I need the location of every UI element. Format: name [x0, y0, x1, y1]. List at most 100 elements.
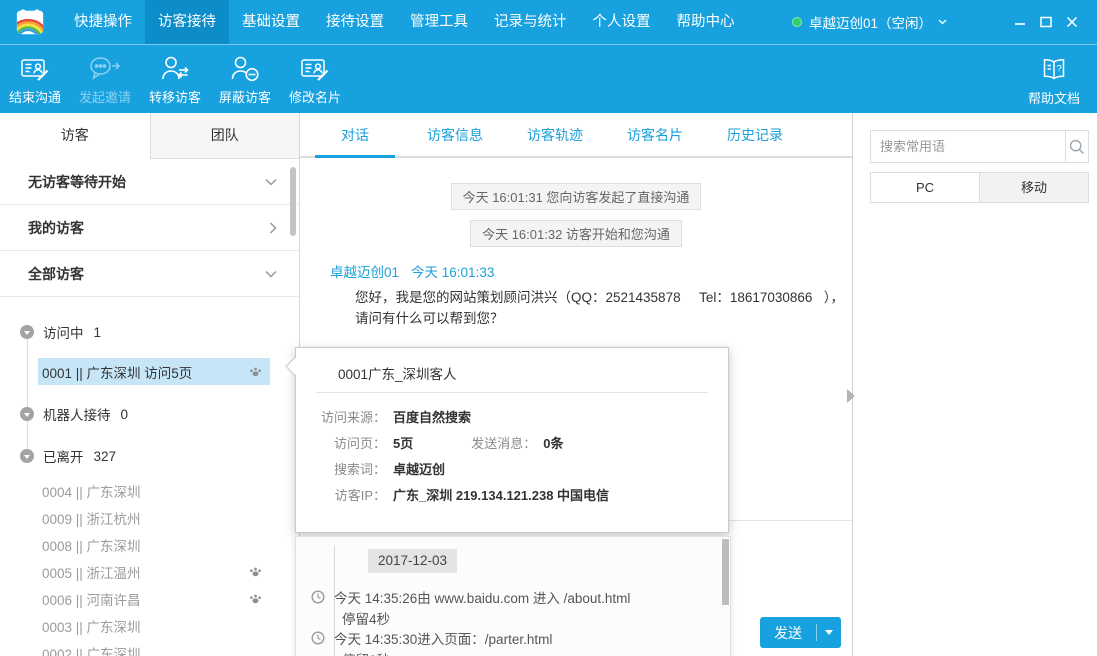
visitor-info-popup: 0001广东_深圳客人 访问来源： 百度自然搜索 访问页： 5页 发送消息： 0…	[295, 347, 729, 533]
visitor-tree: 访问中 1 0001 || 广东深圳 访问5页 机器人接待 0 已离开 327 …	[0, 311, 299, 656]
paw-icon	[249, 365, 262, 378]
common-phrases-panel: PC 移动	[852, 113, 1097, 656]
send-invite-button[interactable]: 发起邀请	[70, 49, 140, 109]
conversation-tabs: 对话 访客信息 访客轨迹 访客名片 历史记录	[300, 113, 852, 158]
popup-row-keyword: 搜索词： 卓越迈创	[296, 455, 728, 481]
paw-icon	[249, 592, 262, 605]
send-options-button[interactable]	[817, 630, 841, 635]
menu-item-help-center[interactable]: 帮助中心	[664, 0, 748, 44]
group-visiting[interactable]: 访问中 1	[0, 311, 299, 353]
popup-row-source: 访问来源： 百度自然搜索	[296, 403, 728, 429]
user-block-icon	[229, 52, 261, 84]
card-edit-icon	[19, 52, 51, 84]
chevron-right-icon	[269, 222, 277, 234]
collapse-bullet-icon[interactable]	[20, 407, 34, 421]
tab-team[interactable]: 团队	[150, 113, 300, 159]
menu-item-quick-actions[interactable]: 快捷操作	[61, 0, 145, 44]
tab-history[interactable]: 历史记录	[715, 113, 795, 156]
end-chat-button[interactable]: 结束沟通	[0, 49, 70, 109]
menu-item-visitor-reception[interactable]: 访客接待	[145, 0, 229, 44]
maximize-icon	[1040, 16, 1052, 28]
collapse-bullet-icon[interactable]	[20, 325, 34, 339]
search-input[interactable]	[871, 131, 1065, 162]
card-edit-icon	[299, 52, 331, 84]
close-button[interactable]	[1059, 9, 1085, 35]
group-robot[interactable]: 机器人接待 0	[0, 393, 299, 435]
block-visitor-button[interactable]: 屏蔽访客	[210, 49, 280, 109]
popup-row-pages: 访问页： 5页 发送消息： 0条	[296, 429, 728, 455]
send-button[interactable]: 发送	[760, 617, 841, 648]
message-timestamp: 今天 16:01:33	[411, 265, 494, 280]
visitor-item[interactable]: 0003 || 广东深圳	[38, 612, 270, 639]
block-visitor-label: 屏蔽访客	[219, 87, 271, 106]
visitor-sidebar: 访客 团队 无访客等待开始 我的访客 全部访客 访问中 1 0001 || 广东…	[0, 113, 300, 656]
minimize-button[interactable]	[1007, 9, 1033, 35]
agent-status-label: 卓越迈创01（空闲）	[809, 12, 932, 32]
tab-visitor-info[interactable]: 访客信息	[415, 113, 495, 156]
trail-event: 停留3秒	[342, 649, 390, 656]
chat-invite-icon	[88, 52, 122, 84]
main-menu: 快捷操作 访客接待 基础设置 接待设置 管理工具 记录与统计 个人设置 帮助中心	[61, 0, 748, 44]
system-message: 今天 16:01:31 您向访客发起了直接沟通	[451, 183, 702, 210]
tab-pc[interactable]: PC	[871, 173, 979, 202]
phrase-search-box	[870, 130, 1089, 163]
maximize-button[interactable]	[1033, 9, 1059, 35]
panel-expand-handle[interactable]	[847, 389, 855, 403]
popup-row-ip: 访客IP： 广东_深圳 219.134.121.238 中国电信	[296, 481, 728, 507]
trail-event: 停留4秒	[342, 608, 390, 628]
user-transfer-icon	[159, 52, 191, 84]
visitor-trail-panel: 2017-12-03 今天 14:35:26由 www.baidu.com 进入…	[295, 536, 731, 656]
chevron-down-icon	[265, 270, 277, 278]
popup-divider	[316, 392, 708, 393]
visitor-item[interactable]: 0002 || 广东深圳	[38, 639, 270, 656]
clock-icon	[311, 590, 325, 604]
tab-visitor-trail[interactable]: 访客轨迹	[515, 113, 595, 156]
sidebar-scrollbar[interactable]	[290, 167, 296, 236]
tab-dialog[interactable]: 对话	[315, 113, 395, 156]
menubar: 快捷操作 访客接待 基础设置 接待设置 管理工具 记录与统计 个人设置 帮助中心…	[0, 0, 1097, 44]
visitor-item[interactable]: 0005 || 浙江温州	[38, 558, 270, 585]
search-button[interactable]	[1065, 131, 1088, 162]
section-my-visitors[interactable]: 我的访客	[0, 205, 299, 251]
help-doc-label: 帮助文档	[1028, 88, 1080, 107]
help-doc-button[interactable]: ? 帮助文档	[1019, 50, 1089, 110]
edit-card-button[interactable]: 修改名片	[280, 49, 350, 109]
menu-item-records-stats[interactable]: 记录与统计	[481, 0, 580, 44]
section-no-waiting[interactable]: 无访客等待开始	[0, 159, 299, 205]
transfer-visitor-button[interactable]: 转移访客	[140, 49, 210, 109]
paw-icon	[249, 565, 262, 578]
visitor-item[interactable]: 0006 || 河南许昌	[38, 585, 270, 612]
group-left[interactable]: 已离开 327	[0, 435, 299, 477]
end-chat-label: 结束沟通	[9, 87, 61, 106]
trail-date-badge: 2017-12-03	[368, 549, 457, 573]
popup-title: 0001广东_深圳客人	[338, 363, 728, 383]
menu-item-basic-settings[interactable]: 基础设置	[229, 0, 313, 44]
help-doc-icon: ?	[1039, 53, 1069, 85]
edit-card-label: 修改名片	[289, 87, 341, 106]
visitor-item[interactable]: 0009 || 浙江杭州	[38, 504, 270, 531]
visitor-item-active[interactable]: 0001 || 广东深圳 访问5页	[38, 358, 270, 385]
chevron-down-icon	[825, 630, 833, 635]
visitor-item[interactable]: 0008 || 广东深圳	[38, 531, 270, 558]
tab-visitor-card[interactable]: 访客名片	[615, 113, 695, 156]
transfer-visitor-label: 转移访客	[149, 87, 201, 106]
send-invite-label: 发起邀请	[79, 87, 131, 106]
tab-mobile[interactable]: 移动	[979, 173, 1088, 202]
menu-item-admin-tools[interactable]: 管理工具	[397, 0, 481, 44]
section-all-visitors[interactable]: 全部访客	[0, 251, 299, 297]
agent-message-header: 卓越迈创01 今天 16:01:33	[330, 261, 852, 281]
chevron-down-icon	[265, 178, 277, 186]
send-label: 发送	[760, 623, 816, 643]
tab-visitors[interactable]: 访客	[0, 113, 150, 159]
collapse-bullet-icon[interactable]	[20, 449, 34, 463]
agent-status-dropdown[interactable]: 卓越迈创01（空闲）	[792, 12, 947, 32]
visitor-item[interactable]: 0004 || 广东深圳	[38, 477, 270, 504]
agent-message-text: 您好，我是您的网站策划顾问洪兴（QQ：2521435878 Tel：186170…	[355, 287, 845, 329]
minimize-icon	[1014, 16, 1026, 28]
trail-scrollbar[interactable]	[722, 539, 729, 605]
menu-item-personal-settings[interactable]: 个人设置	[580, 0, 664, 44]
agent-name-link[interactable]: 卓越迈创01	[330, 265, 399, 280]
chevron-down-icon	[938, 19, 947, 25]
phrase-category-tabs: PC 移动	[870, 172, 1089, 203]
menu-item-reception-settings[interactable]: 接待设置	[313, 0, 397, 44]
